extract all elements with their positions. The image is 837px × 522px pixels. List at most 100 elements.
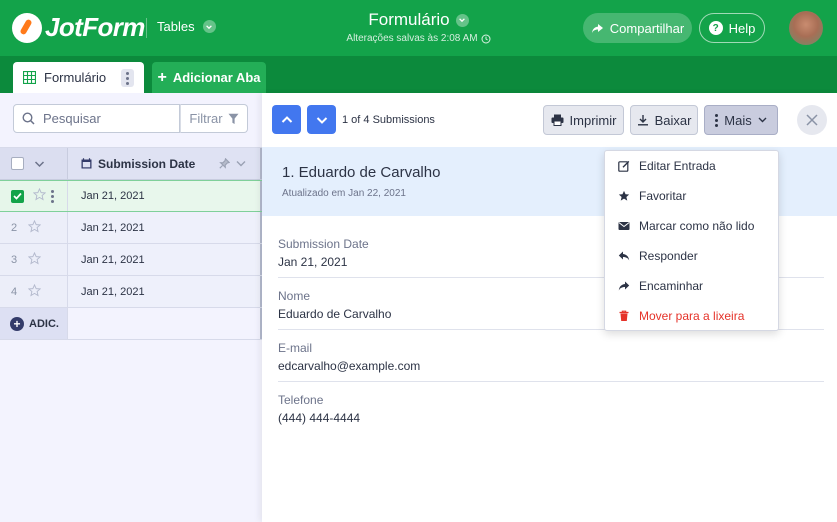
share-arrow-icon [591,23,603,33]
reply-icon [618,251,630,261]
clock-icon [481,34,491,43]
star-icon[interactable] [27,219,42,236]
search-icon [22,112,35,125]
date-cell[interactable]: Jan 21, 2021 [68,181,262,211]
previous-submission-button[interactable] [272,105,301,134]
form-title: Formulário [368,10,450,29]
search-input[interactable]: Pesquisar [13,104,180,133]
date-cell[interactable]: Jan 21, 2021 [68,276,262,307]
menu-item-label: Marcar como não lido [639,219,755,233]
menu-item-move-to-trash[interactable]: Mover para a lixeira [605,301,780,331]
field-email: E-mail edcarvalho@example.com [278,330,824,382]
menu-item-label: Encaminhar [639,279,704,293]
row-number: 4 [11,285,18,298]
submission-counter: 1 of 4 Submissions [342,114,435,126]
plus-icon: + [157,68,167,86]
chevron-down-icon [316,116,327,124]
field-label: Submission Date [278,237,369,251]
help-button[interactable]: ? Help [699,13,765,43]
select-all-checkbox[interactable] [11,157,24,170]
tab-label: Formulário [44,70,107,85]
search-placeholder: Pesquisar [43,111,101,126]
close-icon [806,114,818,126]
chevron-down-icon[interactable] [34,160,45,168]
envelope-icon [618,222,630,230]
star-icon[interactable] [32,187,47,204]
save-status-text: Alterações salvas às 2:08 AM [346,33,478,44]
calendar-icon [81,158,92,169]
field-value: Jan 21, 2021 [278,255,348,269]
download-label: Baixar [654,112,692,128]
table-icon [23,71,36,84]
add-tab-label: Adicionar Aba [172,70,261,85]
chevron-down-icon [758,117,767,123]
trash-icon [619,310,629,321]
star-icon[interactable] [27,251,42,268]
row-controls: 4 [0,276,68,307]
tab-formulario[interactable]: Formulário [13,62,144,93]
print-button[interactable]: Imprimir [543,105,624,135]
menu-item-label: Favoritar [639,189,687,203]
menu-item-label: Responder [639,249,698,263]
logo-mark-icon [12,12,42,43]
printer-icon [551,114,564,126]
add-row-button[interactable]: + ADIC. [0,308,68,339]
share-button[interactable]: Compartilhar [583,13,692,43]
header-divider [146,18,147,38]
table-row[interactable]: Jan 21, 2021 [0,180,262,212]
download-button[interactable]: Baixar [630,105,698,135]
save-status: Alterações salvas às 2:08 AM [300,33,537,44]
date-cell[interactable]: Jan 21, 2021 [68,244,262,275]
pin-icon[interactable] [219,158,230,169]
menu-item-favorite[interactable]: Favoritar [605,181,780,211]
edit-icon [618,160,630,172]
menu-item-label: Editar Entrada [639,159,716,173]
entry-title: 1. Eduardo de Carvalho [282,164,441,181]
chevron-down-icon [455,13,469,27]
more-dropdown-menu: Editar Entrada Favoritar Marcar como não… [604,150,779,331]
column-header-label: Submission Date [98,156,196,171]
next-submission-button[interactable] [307,105,336,134]
menu-item-label: Mover para a lixeira [639,309,745,323]
table-row[interactable]: 4 Jan 21, 2021 [0,276,262,308]
download-icon [637,115,648,126]
field-value: edcarvalho@example.com [278,359,421,373]
menu-item-mark-unread[interactable]: Marcar como não lido [605,211,780,241]
row-number: 2 [11,221,18,234]
jotform-logo[interactable]: JotForm [12,12,145,43]
app-switcher[interactable]: Tables [157,19,216,34]
menu-item-forward[interactable]: Encaminhar [605,271,780,301]
entry-updated: Atualizado em Jan 22, 2021 [282,188,406,199]
more-label: Mais [724,112,752,128]
table-row[interactable]: 3 Jan 21, 2021 [0,244,262,276]
tab-options-icon[interactable] [121,69,134,87]
field-label: Telefone [278,393,324,407]
close-detail-button[interactable] [797,105,827,135]
forward-icon [618,281,630,291]
star-icon[interactable] [27,283,42,300]
chevron-down-icon[interactable] [236,160,246,167]
row-checkbox-checked[interactable] [11,189,24,203]
column-header-submission-date[interactable]: Submission Date [68,148,262,179]
plus-circle-icon: + [10,316,24,331]
user-avatar[interactable] [789,11,823,45]
menu-item-edit-entry[interactable]: Editar Entrada [605,151,780,181]
more-button[interactable]: Mais [704,105,778,135]
add-row: + ADIC. [0,308,262,340]
table-row[interactable]: 2 Jan 21, 2021 [0,212,262,244]
field-value: Eduardo de Carvalho [278,307,392,321]
filter-label: Filtrar [189,111,223,126]
field-label: Nome [278,289,311,303]
help-label: Help [728,20,756,36]
filter-button[interactable]: Filtrar [180,104,248,133]
chevron-down-icon [202,20,216,33]
add-tab-button[interactable]: + Adicionar Aba [152,62,266,93]
form-title-button[interactable]: Formulário [368,10,469,30]
checkmark-icon [13,192,22,200]
field-value: (444) 444-4444 [278,411,361,425]
row-menu-icon[interactable] [51,189,54,203]
menu-item-reply[interactable]: Responder [605,241,780,271]
select-all-cell [0,148,68,179]
help-icon: ? [708,21,723,35]
date-cell[interactable]: Jan 21, 2021 [68,212,262,243]
